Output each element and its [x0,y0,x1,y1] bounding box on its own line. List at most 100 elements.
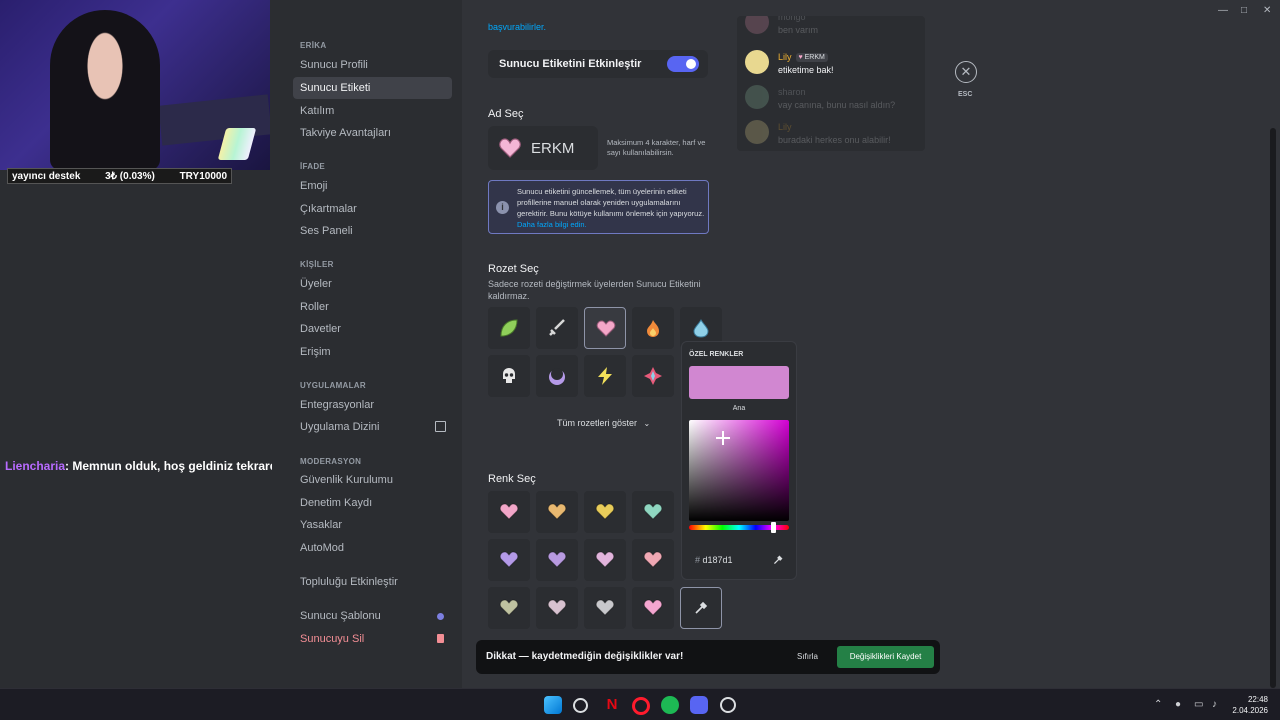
avatar [745,16,769,34]
badge-option-moon[interactable] [536,355,578,397]
unsaved-message: Dikkat — kaydetmediğin değişiklikler var… [486,651,684,662]
saturation-area[interactable] [689,420,789,521]
show-all-badges-button[interactable]: Tüm rozetleri göster ⌄ [557,418,650,428]
apply-link[interactable]: başvurabilirler. [488,22,546,32]
tray-chevron-up-icon[interactable]: ⌃ [1154,699,1162,710]
minimize-button[interactable]: — [1218,5,1228,16]
sidebar-item-server-template[interactable]: Sunucu Şablonu [293,605,452,627]
sidebar-item-safety-setup[interactable]: Güvenlik Kurulumu [293,469,452,491]
sidebar-item-emoji[interactable]: Emoji [293,175,452,197]
color-option[interactable] [632,491,674,533]
steam-icon[interactable] [720,697,736,713]
discord-icon[interactable] [690,696,708,714]
sparkle-icon [644,367,662,385]
netflix-icon[interactable]: N [603,696,621,714]
info-notice: i Sunucu etiketini güncellemek, tüm üyel… [488,180,709,234]
save-changes-button[interactable]: Değişiklikleri Kaydet [837,646,934,668]
enable-tag-card: Sunucu Etiketini Etkinleştir [488,50,708,78]
chevron-down-icon: ⌄ [643,419,651,428]
unsaved-changes-bar: Dikkat — kaydetmediğin değişiklikler var… [476,640,940,674]
sidebar-item-soundboard[interactable]: Ses Paneli [293,220,452,242]
badge-option-leaf[interactable] [488,307,530,349]
hex-input[interactable]: # d187d1 [689,549,789,572]
color-option[interactable] [488,587,530,629]
close-window-button[interactable]: ✕ [1263,5,1271,16]
avatar [745,120,769,144]
sidebar-item-label: Sunucu Şablonu [300,610,381,622]
new-indicator-dot [437,613,444,620]
heart-icon [547,599,567,616]
color-option[interactable] [488,539,530,581]
custom-color-button[interactable] [680,587,722,629]
sidebar-item-boost-perks[interactable]: Takviye Avantajları [293,122,452,144]
content-scrollbar[interactable] [1270,128,1276,688]
saturation-cursor[interactable] [716,431,730,445]
badge-option-heart[interactable] [584,307,626,349]
sidebar-item-audit-log[interactable]: Denetim Kaydı [293,492,452,514]
stream-chat-message: Liencharia: Memnun olduk, hoş geldiniz t… [5,459,291,473]
color-option[interactable] [584,539,626,581]
show-all-label: Tüm rozetleri göster [557,418,638,428]
sidebar-item-roles[interactable]: Roller [293,296,452,318]
droplet-icon [693,319,709,338]
maximize-button[interactable]: □ [1241,5,1247,16]
display-icon[interactable]: ▭ [1194,699,1203,710]
sidebar-item-bans[interactable]: Yasaklar [293,514,452,536]
avatar [745,50,769,74]
donation-amount: 3₺ (0.03%) [105,170,155,182]
sidebar-item-enable-community[interactable]: Topluluğu Etkinleştir [293,571,452,593]
badge-option-lightning[interactable] [584,355,626,397]
hue-slider-thumb[interactable] [771,522,776,533]
sidebar-item-onboarding[interactable]: Katılım [293,100,452,122]
sidebar-item-invites[interactable]: Davetler [293,318,452,340]
enable-tag-toggle[interactable] [667,56,699,72]
close-settings-button[interactable]: ✕ [955,61,977,83]
color-option[interactable] [584,491,626,533]
moon-icon [549,368,565,385]
sidebar-item-integrations[interactable]: Entegrasyonlar [293,394,452,416]
volume-icon[interactable]: ♪ [1212,699,1217,710]
heart-icon [596,320,616,337]
spotify-icon[interactable] [661,696,679,714]
clock-time: 22:48 [1247,695,1268,704]
heart-icon [643,503,663,520]
sidebar-item-automod[interactable]: AutoMod [293,537,452,559]
author-name: Lily [778,52,792,62]
microphone-icon[interactable]: ● [1175,699,1181,710]
message-author: sharon [778,87,806,97]
color-option[interactable] [632,587,674,629]
sidebar-item-server-tag[interactable]: Sunucu Etiketi [293,77,452,99]
notice-text: Sunucu etiketini güncellemek, tüm üyeler… [517,187,705,218]
message-author: Lily [778,122,792,132]
opera-icon[interactable] [632,697,650,715]
sidebar-item-stickers[interactable]: Çıkartmalar [293,198,452,220]
reset-button[interactable]: Sıfırla [797,652,818,661]
primary-color-swatch[interactable] [689,366,789,399]
search-icon[interactable] [573,698,588,713]
color-option[interactable] [536,587,578,629]
tag-name-input[interactable]: ERKM [488,126,598,170]
heart-icon [643,599,663,616]
color-option[interactable] [632,539,674,581]
sidebar-item-access[interactable]: Erişim [293,341,452,363]
sidebar-item-app-directory[interactable]: Uygulama Dizini [293,416,452,438]
system-clock[interactable]: 22:48 2.04.2026 [1232,694,1268,716]
sidebar-item-server-profile[interactable]: Sunucu Profili [293,54,452,76]
primary-color-label: Ana [732,405,746,412]
server-tag-text: ERKM [804,54,825,61]
sidebar-item-members[interactable]: Üyeler [293,273,452,295]
color-option[interactable] [488,491,530,533]
sidebar-item-delete-server[interactable]: Sunucuyu Sil [293,628,452,650]
heart-icon [547,551,567,568]
start-icon[interactable] [544,696,562,714]
learn-more-link[interactable]: Daha fazla bilgi edin. [517,220,587,229]
badge-option-sparkle[interactable] [632,355,674,397]
badge-option-fire[interactable] [632,307,674,349]
color-option[interactable] [536,491,578,533]
badge-option-skull[interactable] [488,355,530,397]
badge-option-sword[interactable] [536,307,578,349]
color-option[interactable] [536,539,578,581]
color-option[interactable] [584,587,626,629]
eyedropper-icon[interactable] [773,555,783,565]
notice-body: Sunucu etiketini güncellemek, tüm üyeler… [517,186,705,230]
